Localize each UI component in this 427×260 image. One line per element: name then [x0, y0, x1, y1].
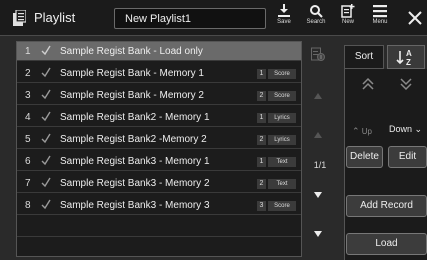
memory-badge: 1	[257, 157, 266, 167]
list-item[interactable]: 8 Sample Regist Bank3 - Memory 3 3 Score	[17, 196, 301, 215]
move-down-icon[interactable]	[388, 74, 424, 94]
header-bar: Playlist New Playlist1 Save Search New M…	[0, 0, 427, 36]
record-number: 5	[25, 134, 31, 145]
direction-value: Down	[389, 124, 413, 134]
sort-az-top: A	[406, 49, 412, 58]
memory-badge: 1	[257, 69, 266, 79]
check-icon	[41, 155, 51, 166]
record-number: 4	[25, 112, 31, 123]
sort-button[interactable]: Sort	[344, 45, 384, 69]
load-button[interactable]: Load	[346, 233, 427, 255]
memory-badge: 2	[257, 179, 266, 189]
info-icon[interactable]	[311, 46, 325, 62]
record-number: 7	[25, 178, 31, 189]
check-icon	[41, 67, 51, 78]
list-item[interactable]: 1 Sample Regist Bank - Load only	[17, 42, 301, 61]
record-number: 1	[25, 46, 31, 57]
record-name: Sample Regist Bank3 - Memory 1	[60, 156, 210, 167]
record-name: Sample Regist Bank3 - Memory 2	[60, 178, 210, 189]
list-item[interactable]: 3 Sample Regist Bank - Memory 2 2 Score	[17, 86, 301, 105]
record-name: Sample Regist Bank - Memory 1	[60, 68, 204, 79]
close-icon[interactable]	[406, 7, 424, 29]
record-name: Sample Regist Bank2 -Memory 2	[60, 134, 207, 145]
search-icon	[310, 5, 323, 18]
sort-az-button[interactable]: A Z	[387, 45, 425, 69]
list-item[interactable]: 2 Sample Regist Bank - Memory 1 1 Score	[17, 64, 301, 83]
move-up-icon[interactable]	[350, 74, 386, 94]
save-icon	[278, 4, 290, 17]
scroll-down-icon[interactable]	[314, 192, 322, 198]
list-item[interactable]: 6 Sample Regist Bank3 - Memory 1 1 Text	[17, 152, 301, 171]
check-icon	[41, 45, 51, 56]
memory-badge: 3	[257, 201, 266, 211]
page-down-icon[interactable]	[314, 231, 322, 237]
search-label: Search	[306, 19, 326, 25]
playlist-name-field[interactable]: New Playlist1	[114, 8, 266, 29]
memory-badge: 1	[257, 113, 266, 123]
type-badge: Score	[268, 91, 296, 101]
record-name: Sample Regist Bank2 - Memory 1	[60, 112, 210, 123]
sort-az-bottom: Z	[406, 58, 411, 67]
list-item-empty[interactable]	[17, 218, 301, 237]
check-icon	[41, 133, 51, 144]
type-badge: Lyrics	[268, 135, 296, 145]
up-chevron-icon: ⌃	[352, 126, 360, 136]
page-up-icon[interactable]	[314, 93, 322, 99]
save-button[interactable]: Save	[270, 2, 298, 34]
add-record-button[interactable]: Add Record	[346, 195, 427, 217]
page-title: Playlist	[34, 10, 76, 25]
list-item[interactable]: 5 Sample Regist Bank2 -Memory 2 2 Lyrics	[17, 130, 301, 149]
record-name: Sample Regist Bank3 - Memory 3	[60, 200, 210, 211]
new-label: New	[341, 19, 354, 25]
delete-button[interactable]: Delete	[346, 146, 383, 168]
chevron-down-icon: ⌄	[412, 124, 423, 134]
check-icon	[41, 89, 51, 100]
type-badge: Score	[268, 69, 296, 79]
sort-az-icon: A Z	[396, 49, 412, 67]
type-badge: Text	[268, 179, 296, 189]
record-number: 8	[25, 200, 31, 211]
type-badge: Lyrics	[268, 113, 296, 123]
check-icon	[41, 177, 51, 188]
list-item[interactable]: 4 Sample Regist Bank2 - Memory 1 1 Lyric…	[17, 108, 301, 127]
playlist-records: 1 Sample Regist Bank - Load only 2 Sampl…	[16, 41, 302, 257]
check-icon	[41, 199, 51, 210]
new-button[interactable]: New	[334, 2, 362, 34]
type-badge: Score	[268, 201, 296, 211]
check-icon	[41, 111, 51, 122]
list-item[interactable]: 7 Sample Regist Bank3 - Memory 2 2 Text	[17, 174, 301, 193]
menu-icon	[373, 5, 387, 18]
memory-badge: 2	[257, 135, 266, 145]
type-badge: Text	[268, 157, 296, 167]
page-indicator: 1/1	[313, 160, 327, 170]
direction-select[interactable]: Down ⌄	[389, 124, 422, 135]
record-number: 6	[25, 156, 31, 167]
record-number: 2	[25, 68, 31, 79]
scroll-up-icon[interactable]	[314, 132, 322, 138]
record-name: Sample Regist Bank - Load only	[60, 46, 203, 57]
menu-label: Menu	[372, 19, 388, 25]
menu-button[interactable]: Menu	[366, 2, 394, 34]
up-label: Up	[361, 127, 373, 136]
save-label: Save	[277, 19, 291, 25]
up-option[interactable]: ⌃ Up	[352, 126, 372, 137]
record-number: 3	[25, 90, 31, 101]
new-icon	[341, 4, 355, 18]
search-button[interactable]: Search	[302, 2, 330, 34]
playlist-icon	[13, 10, 26, 26]
memory-badge: 2	[257, 91, 266, 101]
record-name: Sample Regist Bank - Memory 2	[60, 90, 204, 101]
edit-button[interactable]: Edit	[388, 146, 427, 168]
